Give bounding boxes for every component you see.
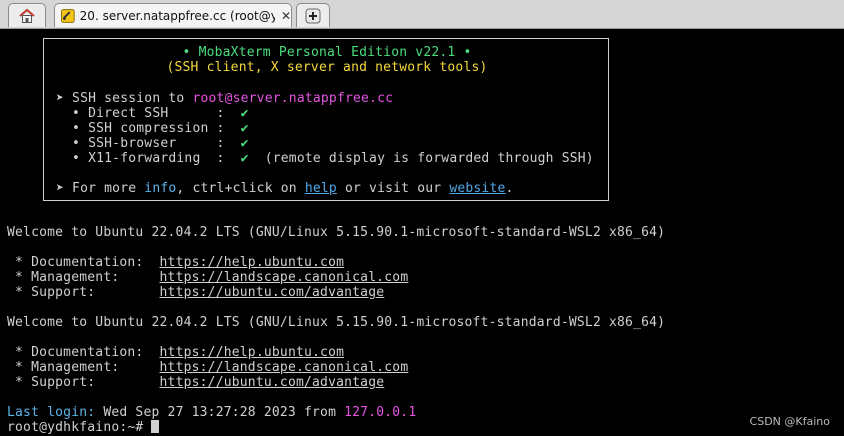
- tab-ssh-session[interactable]: 20. server.natappfree.cc (root@ydhkfaino…: [54, 3, 292, 27]
- check-icon: ✔: [240, 121, 249, 136]
- ssh-session-target: root@server.natappfree.cc: [192, 91, 394, 106]
- motd-label: * Documentation:: [7, 345, 160, 360]
- terminal-area[interactable]: • MobaXterm Personal Edition v22.1 • (SS…: [0, 29, 844, 436]
- new-tab-button[interactable]: [296, 3, 330, 27]
- motd-mgmt-line: * Management: https://landscape.canonica…: [7, 360, 408, 375]
- plus-icon: [305, 8, 321, 23]
- welcome-line: Welcome to Ubuntu 22.04.2 LTS (GNU/Linux…: [7, 225, 666, 240]
- motd-label: * Management:: [7, 360, 160, 375]
- motd-doc-line: * Documentation: https://help.ubuntu.com: [7, 255, 344, 270]
- text-cursor: [151, 420, 160, 433]
- more-or: or visit our: [336, 181, 450, 196]
- check-icon: ✔: [240, 151, 249, 166]
- check-icon: ✔: [240, 106, 249, 121]
- support-link[interactable]: https://ubuntu.com/advantage: [160, 285, 385, 300]
- website-link[interactable]: website: [449, 181, 505, 196]
- close-tab-icon[interactable]: ✕: [281, 9, 291, 23]
- banner-title: • MobaXterm Personal Edition v22.1 •: [182, 45, 472, 60]
- help-link[interactable]: help: [305, 181, 337, 196]
- support-link[interactable]: https://ubuntu.com/advantage: [160, 375, 385, 390]
- ssh-session-prefix: ➤ SSH session to: [56, 91, 193, 106]
- ssh-session-line: ➤ SSH session to root@server.natappfree.…: [56, 91, 393, 106]
- more-prefix: ➤ For more: [56, 181, 145, 196]
- feature-note: (remote display is forwarded through SSH…: [248, 151, 594, 166]
- mobaxterm-banner: • MobaXterm Personal Edition v22.1 • (SS…: [43, 38, 609, 201]
- motd-label: * Management:: [7, 270, 160, 285]
- prompt-text: root@ydhkfaino:~#: [7, 420, 152, 435]
- documentation-link[interactable]: https://help.ubuntu.com: [160, 255, 345, 270]
- tab-session-label: 20. server.natappfree.cc (root@ydhkfaino…: [79, 8, 275, 23]
- motd-label: * Support:: [7, 375, 160, 390]
- shell-prompt[interactable]: root@ydhkfaino:~#: [7, 420, 160, 435]
- documentation-link[interactable]: https://help.ubuntu.com: [160, 345, 345, 360]
- watermark: CSDN @Kfaino: [749, 415, 830, 428]
- feature-x11-forwarding: • X11-forwarding : ✔ (remote display is …: [56, 151, 594, 166]
- management-link[interactable]: https://landscape.canonical.com: [160, 360, 409, 375]
- more-end: .: [505, 181, 514, 196]
- last-login-line: Last login: Wed Sep 27 13:27:28 2023 fro…: [7, 405, 416, 420]
- feature-label: • SSH-browser :: [56, 136, 241, 151]
- feature-label: • X11-forwarding :: [56, 151, 241, 166]
- motd-doc-line: * Documentation: https://help.ubuntu.com: [7, 345, 344, 360]
- motd-label: * Documentation:: [7, 255, 160, 270]
- feature-label: • SSH compression :: [56, 121, 241, 136]
- motd-support-line: * Support: https://ubuntu.com/advantage: [7, 375, 384, 390]
- feature-ssh-compression: • SSH compression : ✔: [56, 121, 249, 136]
- feature-label: • Direct SSH :: [56, 106, 241, 121]
- home-icon: [19, 8, 35, 23]
- motd-support-line: * Support: https://ubuntu.com/advantage: [7, 285, 384, 300]
- tab-bar: 20. server.natappfree.cc (root@ydhkfaino…: [0, 0, 844, 29]
- management-link[interactable]: https://landscape.canonical.com: [160, 270, 409, 285]
- banner-subtitle: (SSH client, X server and network tools): [166, 60, 488, 75]
- more-info-line: ➤ For more info, ctrl+click on help or v…: [56, 181, 514, 196]
- welcome-line: Welcome to Ubuntu 22.04.2 LTS (GNU/Linux…: [7, 315, 666, 330]
- last-login-label: Last login:: [7, 405, 96, 420]
- home-tab[interactable]: [8, 3, 46, 27]
- info-link[interactable]: info: [144, 181, 176, 196]
- more-mid: , ctrl+click on: [176, 181, 305, 196]
- feature-direct-ssh: • Direct SSH : ✔: [56, 106, 249, 121]
- feature-ssh-browser: • SSH-browser : ✔: [56, 136, 249, 151]
- motd-mgmt-line: * Management: https://landscape.canonica…: [7, 270, 408, 285]
- check-icon: ✔: [240, 136, 249, 151]
- last-login-time: Wed Sep 27 13:27:28 2023 from: [95, 405, 345, 420]
- last-login-host: 127.0.0.1: [344, 405, 417, 420]
- ssh-terminal-icon: [61, 8, 75, 23]
- motd-label: * Support:: [7, 285, 160, 300]
